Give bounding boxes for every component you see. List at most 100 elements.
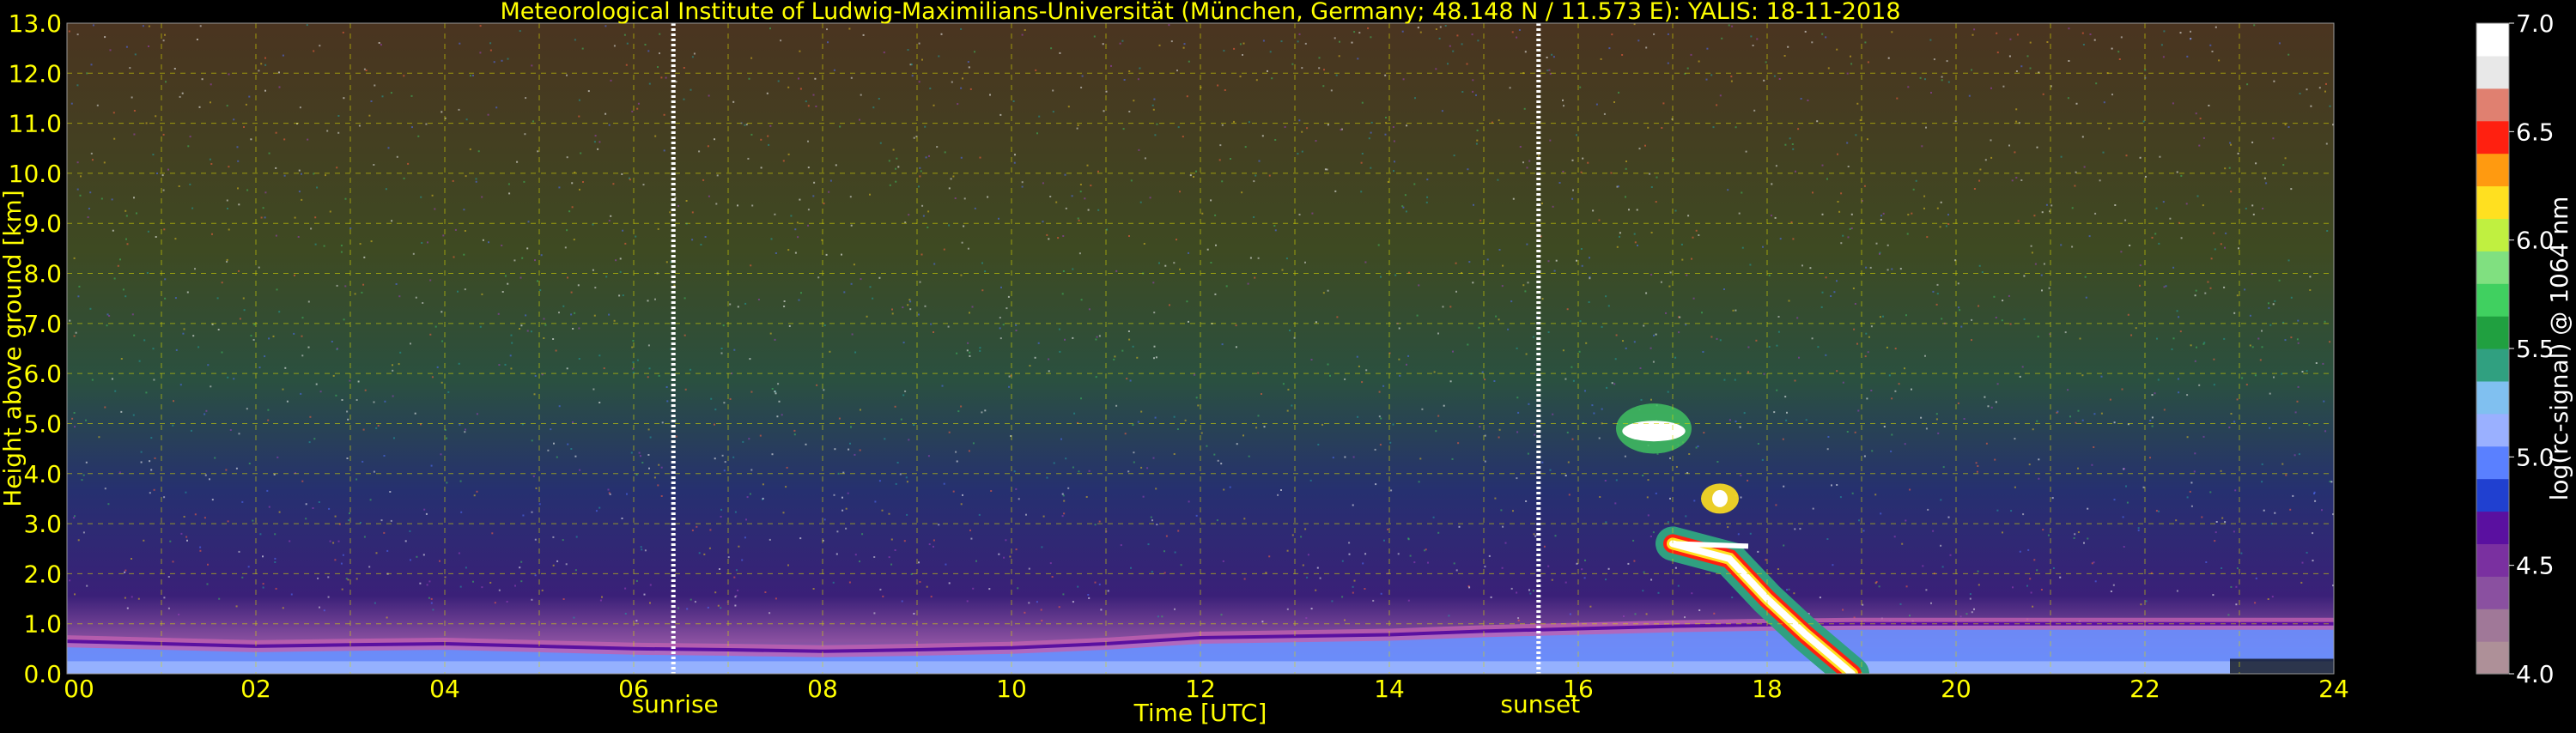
noise-speck xyxy=(1905,314,1907,317)
colorbar-segment xyxy=(2476,23,2509,57)
noise-speck xyxy=(1838,210,1841,213)
noise-speck xyxy=(2033,215,2036,217)
noise-speck xyxy=(1398,358,1400,360)
noise-speck xyxy=(1959,615,1962,618)
noise-speck xyxy=(1062,593,1065,596)
noise-speck xyxy=(1605,579,1607,581)
noise-speck xyxy=(155,115,157,118)
noise-speck xyxy=(2122,516,2124,518)
noise-speck xyxy=(703,553,706,555)
noise-speck xyxy=(2218,59,2221,62)
noise-speck xyxy=(1909,615,1911,617)
noise-speck xyxy=(969,354,971,357)
noise-speck xyxy=(178,185,180,187)
noise-speck xyxy=(1732,309,1735,312)
noise-speck xyxy=(1791,143,1794,145)
noise-speck xyxy=(2171,348,2173,350)
noise-speck xyxy=(632,340,635,342)
noise-speck xyxy=(1774,216,1777,219)
noise-speck xyxy=(1048,238,1050,240)
noise-speck xyxy=(709,529,712,531)
noise-speck xyxy=(1143,243,1145,245)
noise-speck xyxy=(1046,233,1048,236)
noise-speck xyxy=(1315,140,1317,142)
noise-speck xyxy=(787,153,790,155)
noise-speck xyxy=(238,550,240,553)
noise-speck xyxy=(2108,127,2111,130)
noise-speck xyxy=(800,292,802,294)
noise-speck xyxy=(1302,564,1304,566)
noise-speck xyxy=(383,531,386,534)
noise-speck xyxy=(1254,276,1256,279)
noise-speck xyxy=(1375,483,1377,486)
noise-speck xyxy=(594,135,597,137)
noise-speck xyxy=(1990,139,1992,142)
noise-speck xyxy=(238,203,240,206)
noise-speck xyxy=(613,45,616,47)
noise-speck xyxy=(1618,91,1619,94)
noise-speck xyxy=(2208,105,2210,106)
noise-speck xyxy=(707,145,709,148)
noise-speck xyxy=(2284,339,2287,342)
noise-speck xyxy=(574,569,577,572)
noise-speck xyxy=(1372,599,1375,602)
noise-speck xyxy=(100,197,103,200)
noise-speck xyxy=(310,227,313,230)
noise-speck xyxy=(1795,170,1796,173)
noise-speck xyxy=(436,366,439,368)
noise-speck xyxy=(1058,328,1060,330)
noise-speck xyxy=(442,234,445,237)
noise-speck xyxy=(823,324,826,326)
noise-speck xyxy=(268,337,270,340)
noise-speck xyxy=(2040,274,2043,276)
noise-speck xyxy=(1206,445,1208,447)
noise-speck xyxy=(1095,376,1097,379)
noise-speck xyxy=(1077,585,1079,588)
noise-speck xyxy=(238,270,240,272)
noise-speck xyxy=(430,602,433,604)
noise-speck xyxy=(2041,289,2043,292)
noise-speck xyxy=(1443,404,1445,407)
noise-speck xyxy=(1008,375,1011,378)
noise-speck xyxy=(2309,276,2312,278)
noise-speck xyxy=(861,533,864,536)
noise-speck xyxy=(479,51,482,54)
noise-speck xyxy=(1547,260,1550,263)
noise-speck xyxy=(1176,428,1179,430)
noise-speck xyxy=(1291,404,1293,407)
noise-speck xyxy=(691,211,694,214)
noise-speck xyxy=(1978,584,1980,586)
noise-speck xyxy=(593,141,596,143)
noise-speck xyxy=(395,283,398,285)
noise-speck xyxy=(618,294,621,297)
noise-speck xyxy=(2126,501,2129,504)
noise-speck xyxy=(1484,434,1486,437)
noise-speck xyxy=(2306,551,2308,554)
noise-speck xyxy=(1763,79,1765,82)
noise-speck xyxy=(417,135,420,137)
noise-speck xyxy=(85,461,88,463)
noise-speck xyxy=(125,238,127,240)
noise-speck xyxy=(1472,79,1474,82)
noise-speck xyxy=(1036,601,1038,603)
noise-speck xyxy=(111,198,113,201)
noise-speck xyxy=(2142,486,2145,488)
noise-speck xyxy=(733,576,736,579)
noise-speck xyxy=(1095,338,1097,341)
noise-speck xyxy=(921,58,923,61)
noise-speck xyxy=(1249,257,1252,259)
noise-speck xyxy=(907,49,909,51)
noise-speck xyxy=(2238,247,2239,250)
noise-speck xyxy=(1512,197,1515,200)
noise-speck xyxy=(120,410,123,413)
noise-speck xyxy=(1792,148,1795,150)
noise-speck xyxy=(778,400,781,403)
colorbar-segment xyxy=(2476,511,2509,544)
noise-speck xyxy=(226,199,228,202)
noise-speck xyxy=(1611,33,1613,36)
noise-speck xyxy=(1096,336,1098,338)
noise-speck xyxy=(1522,161,1524,164)
noise-speck xyxy=(747,157,750,160)
noise-speck xyxy=(1219,144,1222,147)
noise-speck xyxy=(1449,306,1452,308)
